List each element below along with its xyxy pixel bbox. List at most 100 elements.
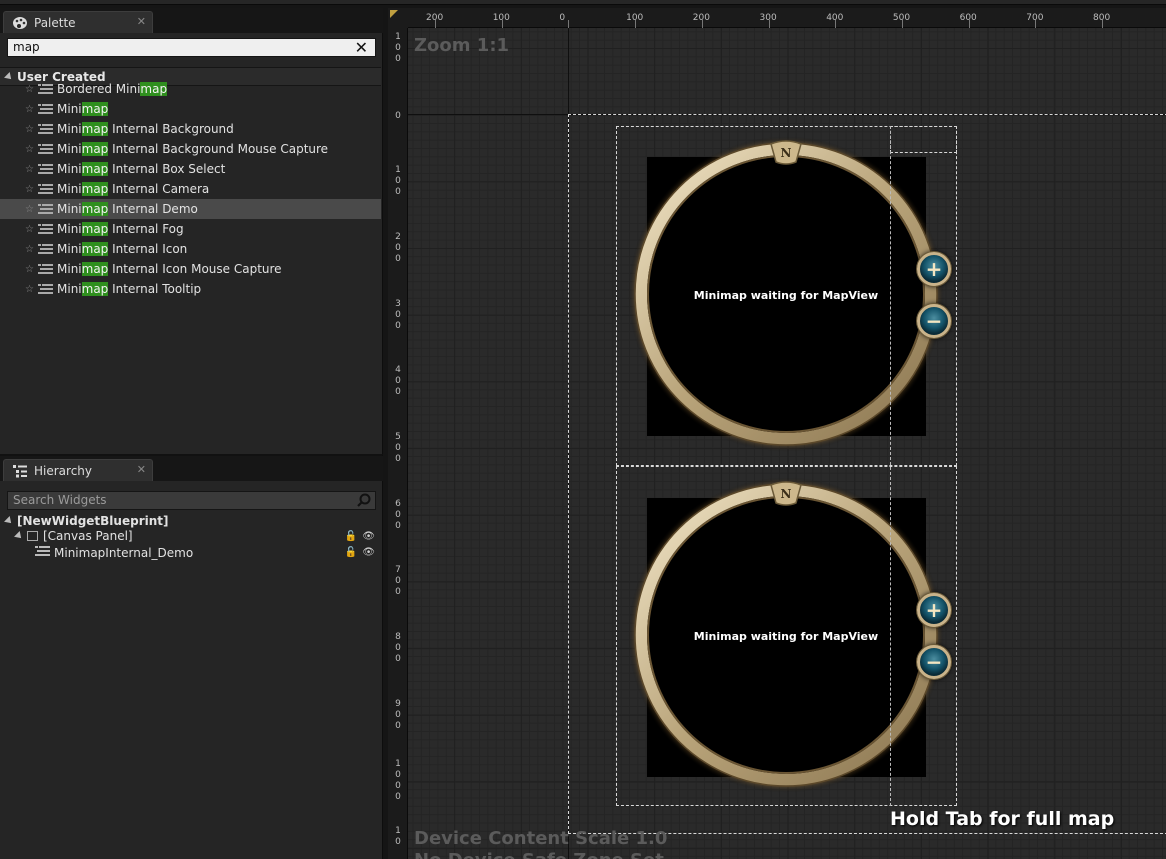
zoom-out-button[interactable]: −	[917, 304, 951, 338]
clear-search-icon[interactable]: ✕	[355, 38, 368, 57]
palette-item-label: Minimap	[57, 102, 109, 116]
label-suffix: Internal Demo	[108, 202, 198, 216]
favorite-star-icon[interactable]: ☆	[25, 244, 35, 255]
widget-icon	[38, 143, 54, 155]
favorite-star-icon[interactable]: ☆	[25, 184, 35, 195]
favorite-star-icon[interactable]: ☆	[25, 164, 35, 175]
tab-palette[interactable]: Palette ✕	[3, 11, 153, 33]
palette-item[interactable]: ☆ Minimap Internal Icon Mouse Capture	[0, 259, 381, 279]
palette-item[interactable]: ☆ Minimap	[0, 99, 381, 119]
palette-item-label: Minimap Internal Tooltip	[57, 282, 201, 296]
expand-arrow-icon[interactable]	[4, 516, 14, 526]
search-highlight: map	[81, 162, 109, 176]
palette-search-input[interactable]: map ✕	[7, 38, 376, 57]
palette-item[interactable]: ☆ Minimap Internal Background	[0, 119, 381, 139]
plus-icon: +	[925, 257, 943, 281]
tree-item-minimap-demo[interactable]: MinimapInternal_Demo 🔓 👁	[35, 545, 381, 560]
favorite-star-icon[interactable]: ☆	[25, 124, 35, 135]
label-suffix: Internal Icon	[108, 242, 188, 256]
zoom-in-button[interactable]: +	[917, 593, 951, 627]
palette-item-label: Bordered Minimap	[57, 82, 168, 96]
favorite-star-icon[interactable]: ☆	[25, 204, 35, 215]
ruler-label: 300	[759, 13, 777, 23]
ruler-label: 1 0 0 0	[395, 759, 401, 802]
zoom-in-button[interactable]: +	[917, 252, 951, 286]
label-prefix: Mini	[57, 222, 82, 236]
horizontal-ruler[interactable]: 20010001002003004005006007008009	[388, 8, 1166, 28]
palette-icon	[12, 16, 28, 30]
label-prefix: Mini	[57, 182, 82, 196]
palette-item[interactable]: ☆ Minimap Internal Demo	[0, 199, 381, 219]
label-prefix: Mini	[57, 262, 82, 276]
palette-panel: Palette ✕ map ✕ User Created ☆ Bordered M…	[0, 8, 383, 454]
widget-icon	[35, 545, 51, 560]
hold-tab-hint: Hold Tab for full map	[890, 808, 1115, 830]
search-highlight: map	[81, 102, 109, 116]
palette-item-label: Minimap Internal Fog	[57, 222, 184, 236]
search-highlight: map	[81, 182, 109, 196]
favorite-star-icon[interactable]: ☆	[25, 264, 35, 275]
ruler-label: 100	[626, 13, 644, 23]
palette-item[interactable]: ☆ Bordered Minimap	[0, 79, 381, 99]
plus-icon: +	[925, 598, 943, 622]
safe-zone-label: No Device Safe Zone Set	[414, 850, 667, 859]
palette-item[interactable]: ☆ Minimap Internal Camera	[0, 179, 381, 199]
tree-item-root-label: [NewWidgetBlueprint]	[17, 514, 169, 528]
hierarchy-panel: Hierarchy ✕ Search Widgets [NewWidgetBlu…	[0, 454, 383, 859]
search-highlight: map	[81, 202, 109, 216]
palette-search-value: map	[13, 40, 40, 54]
widget-icon	[38, 183, 54, 195]
tree-item-canvas-label: [Canvas Panel]	[43, 529, 133, 543]
eye-icon[interactable]: 👁	[362, 531, 375, 542]
widget-icon	[38, 203, 54, 215]
close-icon[interactable]: ✕	[137, 463, 146, 476]
hierarchy-search-input[interactable]: Search Widgets	[7, 491, 376, 510]
search-icon[interactable]	[357, 493, 371, 510]
label-suffix: Internal Box Select	[108, 162, 226, 176]
hierarchy-tabbar: Hierarchy ✕	[0, 456, 383, 481]
palette-item-label: Minimap Internal Demo	[57, 202, 198, 216]
zoom-out-button[interactable]: −	[917, 645, 951, 679]
ruler-label: 1 0	[395, 826, 401, 847]
lock-icon[interactable]: 🔓	[345, 547, 357, 558]
ruler-label: 2 0 0	[395, 232, 401, 264]
top-toolbar-strip	[0, 0, 1166, 5]
expand-arrow-icon[interactable]	[14, 531, 24, 541]
favorite-star-icon[interactable]: ☆	[25, 144, 35, 155]
tab-hierarchy-label: Hierarchy	[34, 463, 93, 478]
widget-icon	[38, 103, 54, 115]
widget-icon	[38, 83, 54, 95]
ruler-label: 500	[892, 13, 911, 23]
eye-icon[interactable]: 👁	[362, 547, 375, 558]
minimap-widget[interactable]: N Minimap waiting for MapView + −	[628, 136, 951, 456]
ruler-tick	[568, 20, 570, 28]
compass-letter: N	[781, 487, 792, 501]
tree-item-canvas-panel[interactable]: [Canvas Panel] 🔓 👁	[14, 529, 381, 543]
designer-viewport[interactable]: 20010001002003004005006007008009 1 0 001…	[388, 8, 1166, 859]
label-prefix: Mini	[57, 122, 82, 136]
vertical-ruler[interactable]: 1 0 0 0 1 0 0 2 0 0 3 0 0 4 0 0 5 0 0 6 0 0 7 0 …	[388, 8, 408, 859]
favorite-star-icon[interactable]: ☆	[25, 284, 35, 295]
favorite-star-icon[interactable]: ☆	[25, 224, 35, 235]
lock-icon[interactable]: 🔓	[345, 531, 357, 542]
palette-item[interactable]: ☆ Minimap Internal Icon	[0, 239, 381, 259]
ruler-label: 0	[559, 13, 566, 23]
palette-item[interactable]: ☆ Minimap Internal Fog	[0, 219, 381, 239]
minimap-widget[interactable]: N Minimap waiting for MapView + −	[628, 477, 951, 797]
close-icon[interactable]: ✕	[137, 15, 146, 28]
zoom-label: Zoom 1:1	[414, 35, 510, 56]
tree-item-root[interactable]: [NewWidgetBlueprint]	[4, 514, 169, 528]
palette-item[interactable]: ☆ Minimap Internal Box Select	[0, 159, 381, 179]
label-prefix: Mini	[57, 102, 82, 116]
palette-item-label: Minimap Internal Icon Mouse Capture	[57, 262, 282, 276]
palette-item[interactable]: ☆ Minimap Internal Background Mouse Captu…	[0, 139, 381, 159]
hierarchy-search-placeholder: Search Widgets	[13, 493, 107, 507]
anchor-guide	[890, 126, 891, 806]
widget-icon	[38, 123, 54, 135]
favorite-star-icon[interactable]: ☆	[25, 104, 35, 115]
widget-icon	[38, 263, 54, 275]
palette-item-label: Minimap Internal Background Mouse Captur…	[57, 142, 328, 156]
favorite-star-icon[interactable]: ☆	[25, 84, 35, 95]
tab-hierarchy[interactable]: Hierarchy ✕	[3, 459, 153, 481]
palette-item[interactable]: ☆ Minimap Internal Tooltip	[0, 279, 381, 299]
